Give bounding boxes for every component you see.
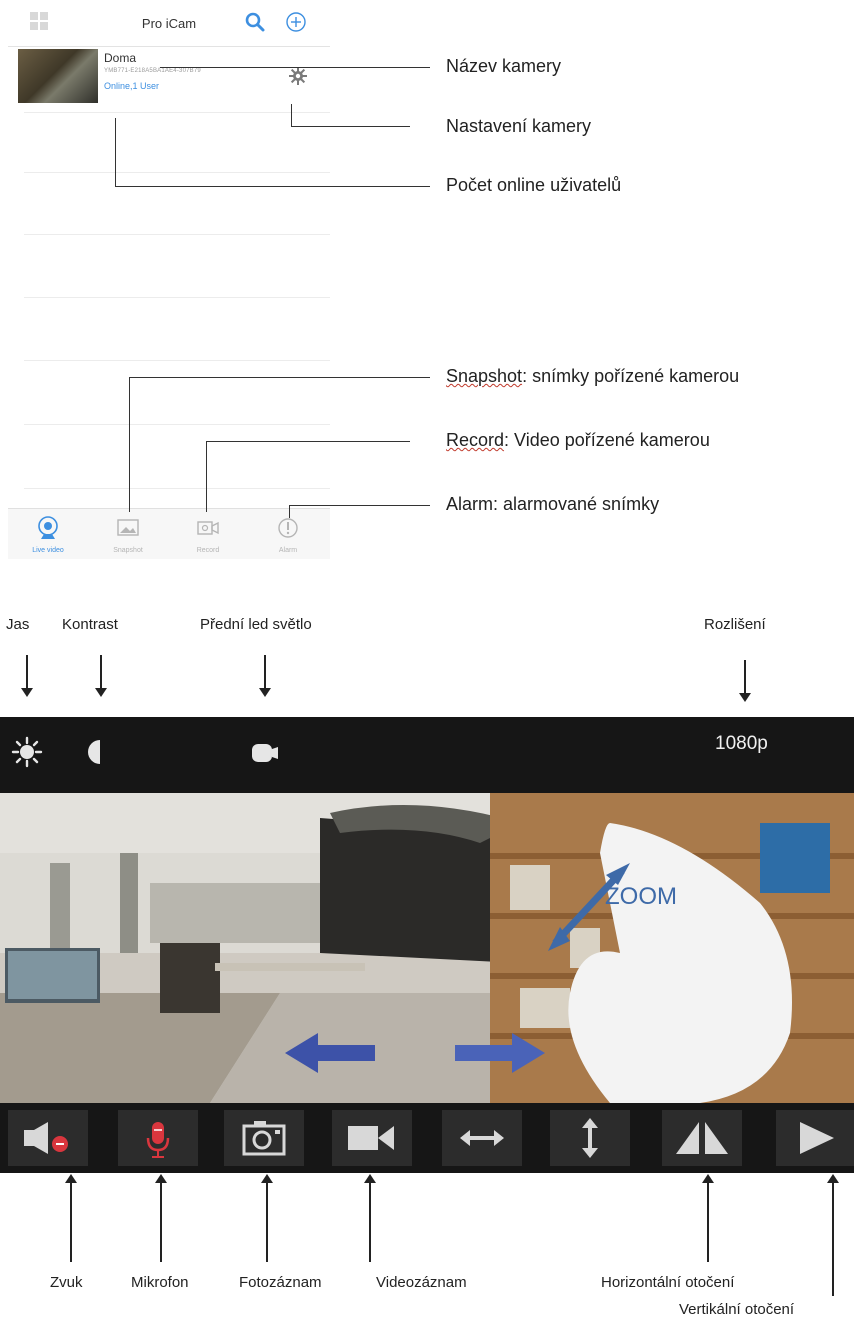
viewer-top-bar [0,717,854,793]
label-vertical-flip: Vertikální otočení [679,1301,795,1318]
callout-online-users: Počet online uživatelů [446,175,622,195]
tab-snapshot[interactable]: Snapshot [88,509,168,559]
app-header: Pro iCam [8,0,330,47]
callout-line [206,441,410,442]
callout-line [289,505,430,506]
microphone-button[interactable] [118,1110,198,1166]
list-divider [24,360,330,361]
list-divider [24,297,330,298]
app-screen: Pro iCam Doma YMB771-E218A5BA1AE4-307B79… [8,0,330,565]
arrow-down-icon [739,660,751,702]
flip-vertical-button[interactable] [776,1110,854,1166]
callout-alarm: Alarm: alarmované snímky [446,494,660,514]
arrow-up-icon [827,1174,839,1296]
arrow-up-icon [364,1174,376,1262]
camera-status: Online,1 User [104,81,160,91]
vertical-arrows-icon [582,1118,598,1158]
tab-live-video[interactable]: Live video [8,509,88,559]
snapshot-icon [117,519,139,536]
callout-line [291,104,292,126]
camera-name: Doma [104,51,137,65]
callout-line [115,186,430,187]
list-divider [24,234,330,235]
arrow-down-icon [259,655,271,697]
speaker-mute-icon [24,1122,68,1154]
alarm-icon [278,518,298,538]
flip-horizontal-button[interactable] [662,1110,742,1166]
arrow-up-icon [65,1174,77,1262]
app-title: Pro iCam [141,16,197,31]
callout-camera-settings: Nastavení kamery [446,116,592,136]
photo-button[interactable] [224,1110,304,1166]
callout-snapshot-term: Snapshot [446,366,523,386]
label-videozaznam: Videozáznam [376,1274,467,1291]
video-scene: ZOOM [0,793,854,1103]
label-zvuk: Zvuk [50,1274,83,1291]
list-divider [24,488,330,489]
flip-horizontal-icon [676,1122,728,1154]
camera-icon [242,1121,286,1156]
camera-list-item[interactable]: Doma YMB771-E218A5BA1AE4-307B79 Online,1… [18,49,330,109]
arrow-down-icon [21,655,33,697]
sound-button[interactable] [8,1110,88,1166]
arrow-down-icon [95,655,107,697]
callout-line [160,67,430,68]
callout-record-term: Record [446,430,505,450]
list-divider [24,112,330,113]
tab-bar: Live video Snapshot Record Alarm [8,508,330,559]
led-light-icon[interactable] [248,739,284,767]
callout-line [289,505,290,518]
contrast-icon[interactable] [86,737,114,767]
callout-line [129,377,430,378]
zoom-overlay-text: ZOOM [605,883,677,910]
tab-label: Alarm [278,547,298,554]
search-icon[interactable] [244,11,266,33]
callout-camera-name: Název kamery [446,56,562,76]
flip-vertical-icon [800,1122,834,1154]
live-video-icon [38,516,58,539]
label-led: Přední led světlo [200,616,312,633]
callout-line [129,377,130,512]
vertical-pan-button[interactable] [550,1110,630,1166]
list-divider [24,172,330,173]
callout-line [291,126,410,127]
tab-label: Record [196,547,220,554]
video-record-button[interactable] [332,1110,412,1166]
label-fotozaznam: Fotozáznam [239,1274,322,1291]
arrow-up-icon [155,1174,167,1262]
microphone-icon [146,1122,170,1158]
camera-uid: YMB771-E218A5BA1AE4-307B79 [104,68,201,74]
label-kontrast: Kontrast [62,616,118,633]
tab-record[interactable]: Record [168,509,248,559]
gear-icon[interactable] [288,66,308,86]
record-icon [197,521,219,535]
callout-line [206,441,207,512]
horizontal-arrows-icon [460,1130,504,1146]
arrow-up-icon [702,1174,714,1262]
callout-snapshot: Snapshot: snímky pořízené kamerou [446,366,739,387]
horizontal-pan-button[interactable] [442,1110,522,1166]
tab-label: Snapshot [113,547,143,554]
arrow-up-icon [261,1174,273,1262]
resolution-button[interactable]: 1080p [715,733,768,755]
callout-line [115,118,116,186]
tab-alarm[interactable]: Alarm [248,509,328,559]
add-camera-icon[interactable] [285,11,307,33]
callout-snapshot-desc: : snímky pořízené kamerou [522,366,740,386]
callout-record: Record: Video pořízené kamerou [446,430,710,451]
live-video-feed[interactable]: ZOOM [0,793,854,1103]
brightness-icon[interactable] [10,735,44,769]
label-horizontal-flip: Horizontální otočení [601,1274,735,1291]
camera-thumbnail[interactable] [18,49,98,103]
label-mikrofon: Mikrofon [131,1274,189,1291]
label-jas: Jas [6,616,30,633]
tab-label: Live video [32,547,64,554]
video-camera-icon [348,1126,394,1150]
callout-record-desc: : Video pořízené kamerou [504,430,710,450]
list-divider [24,424,330,425]
label-rozliseni: Rozlišení [704,616,766,633]
